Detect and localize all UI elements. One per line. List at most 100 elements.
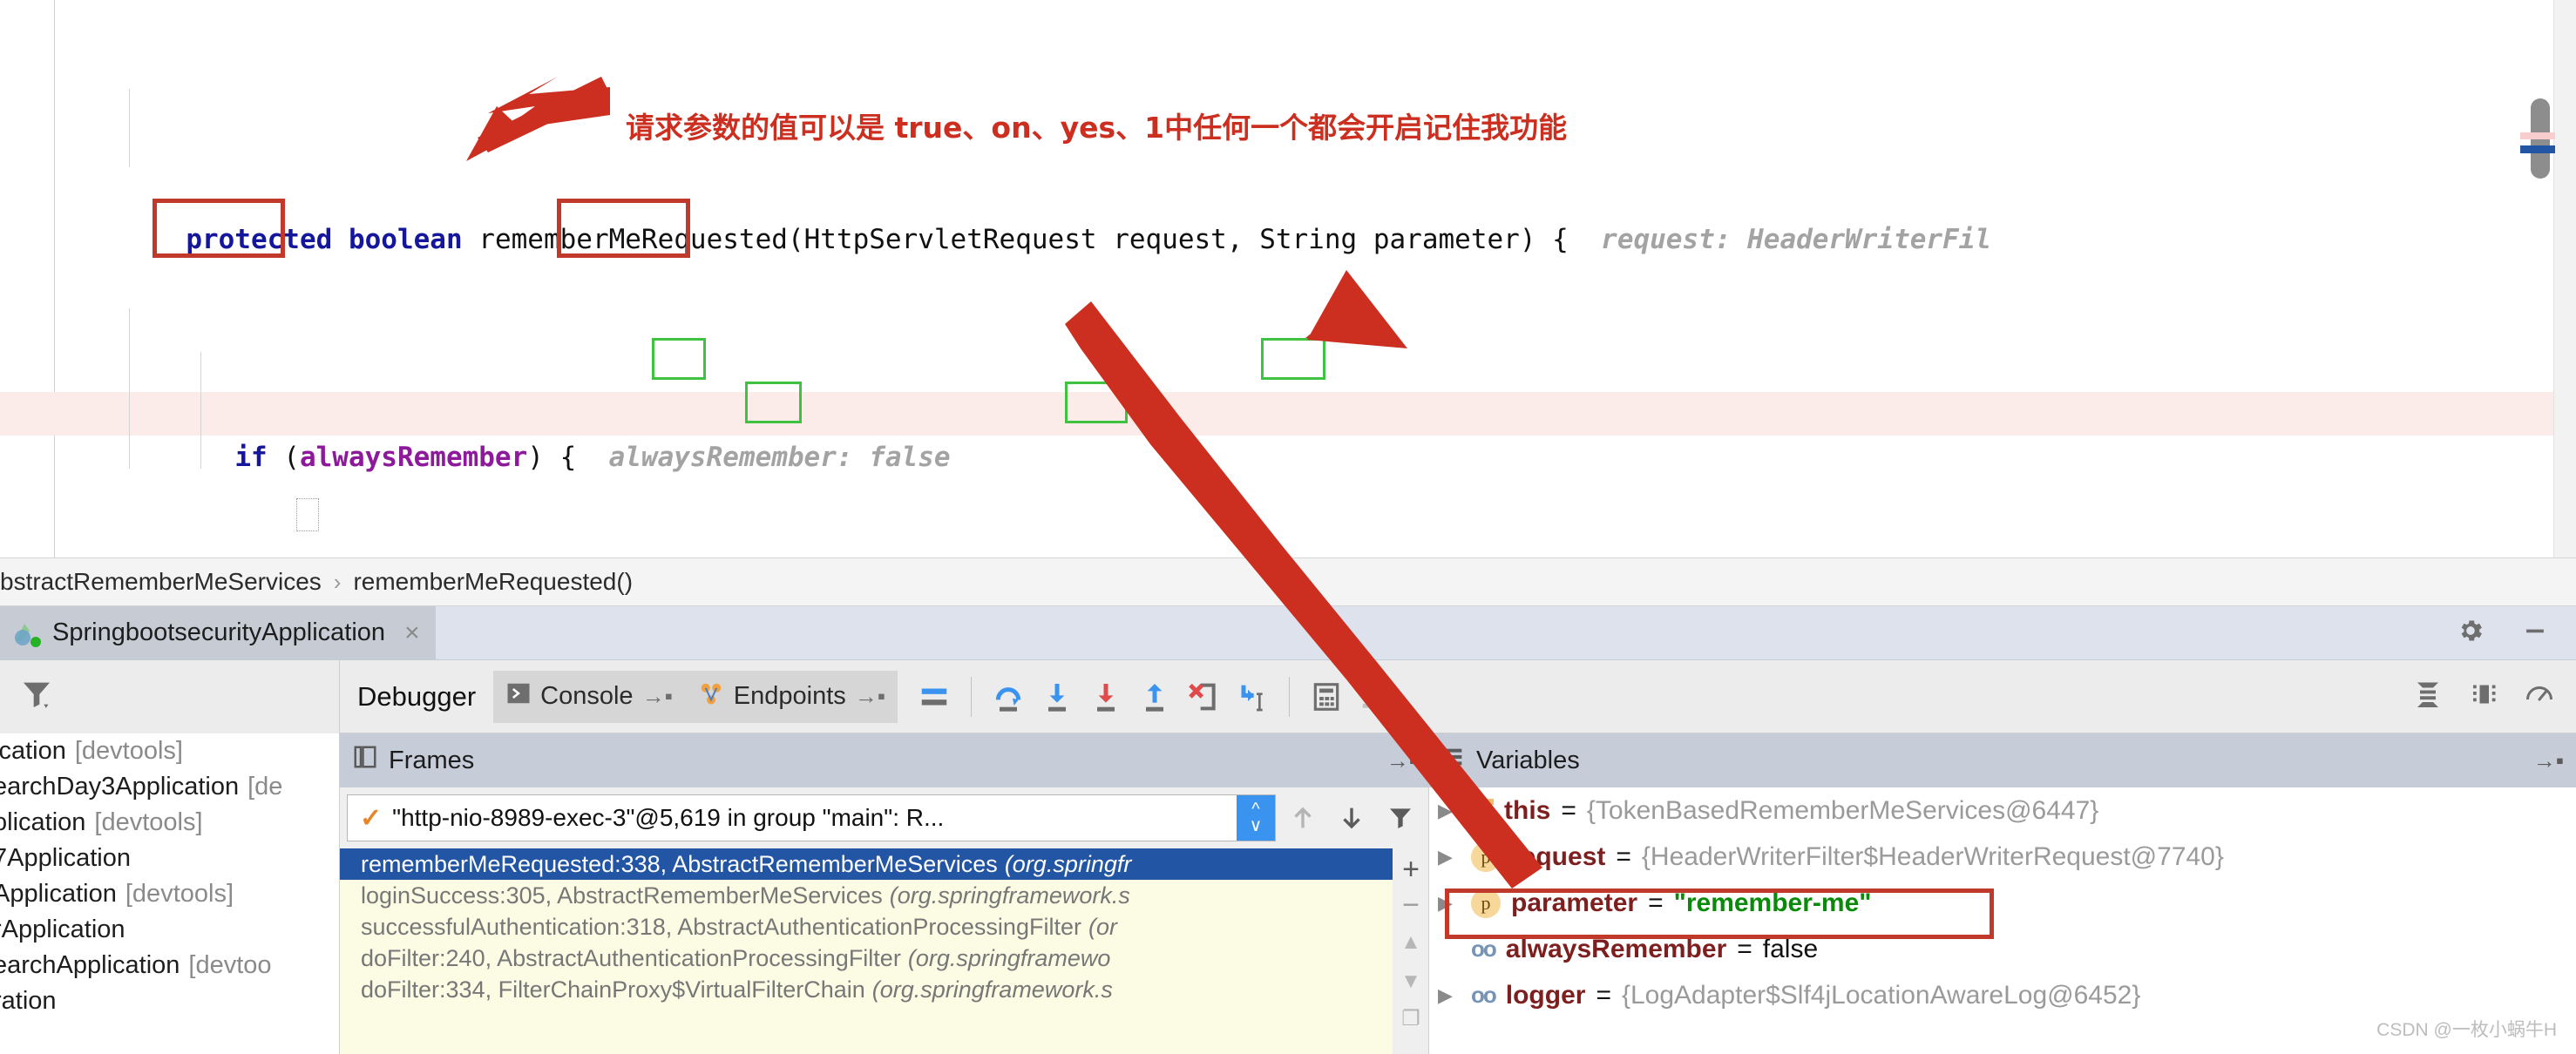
- variables-list[interactable]: ▶ this = {TokenBasedRememberMeServices@6…: [1429, 787, 2576, 1054]
- chevron-right-icon[interactable]: ▶: [1438, 846, 1461, 868]
- variable-row-request[interactable]: ▶ p request = {HeaderWriterFilter$Header…: [1429, 834, 2576, 880]
- collapse-panel-icon-2[interactable]: →▪: [2533, 747, 2564, 774]
- variable-row-logger[interactable]: ▶ oo logger = {LogAdapter$Slf4jLocationA…: [1429, 972, 2576, 1018]
- list-item[interactable]: 7Application: [0, 841, 339, 876]
- tab-console-label: Console: [540, 682, 634, 710]
- step-over-icon[interactable]: [984, 671, 1033, 723]
- run-dashboard-list[interactable]: ication [devtools] earchDay3Application …: [0, 733, 340, 1054]
- variable-name: parameter: [1511, 888, 1638, 917]
- frames-icon: [352, 744, 378, 777]
- spring-boot-run-icon: [12, 618, 42, 648]
- variable-value: {HeaderWriterFilter$HeaderWriterRequest@…: [1641, 841, 2224, 871]
- frames-panel[interactable]: Frames →▪ ✓ "http-nio-8989-exec-3"@5,619…: [340, 733, 1429, 1054]
- tab-endpoints-label: Endpoints: [733, 682, 846, 710]
- chevron-right-icon[interactable]: ▶: [1438, 800, 1461, 822]
- list-item[interactable]: ration: [0, 983, 339, 1019]
- minimize-icon[interactable]: [2520, 616, 2550, 650]
- move-down-icon[interactable]: ▼: [1400, 965, 1421, 998]
- filter-icon[interactable]: [19, 677, 54, 716]
- variable-equals: =: [1648, 888, 1664, 917]
- annotation-text: 请求参数的值可以是 true、on、yes、1中任何一个都会开启记住我功能: [626, 111, 1568, 145]
- table-row[interactable]: loginSuccess:305, AbstractRememberMeServ…: [340, 880, 1393, 911]
- remove-watch-icon[interactable]: −: [1402, 890, 1420, 920]
- add-watch-icon[interactable]: +: [1402, 852, 1420, 887]
- step-out-icon[interactable]: [1130, 671, 1179, 723]
- table-row[interactable]: successfulAuthentication:318, AbstractAu…: [340, 911, 1393, 943]
- debug-toolbar-right[interactable]: [2412, 679, 2576, 714]
- force-step-into-icon[interactable]: [1081, 671, 1130, 723]
- detach-icon[interactable]: →▪: [642, 683, 673, 710]
- run-tab-actions[interactable]: [2456, 616, 2576, 650]
- variable-row-always-remember[interactable]: ▸ oo alwaysRemember = false: [1429, 926, 2576, 972]
- token-boolean: boolean: [348, 224, 463, 255]
- gear-icon[interactable]: [2456, 616, 2485, 650]
- code-line-2[interactable]: if (alwaysRemember) { alwaysRemember: fa…: [0, 392, 2576, 473]
- breadcrumb[interactable]: bstractRememberMeServices › rememberMeRe…: [0, 557, 2576, 606]
- scroll-down-icon[interactable]: [1330, 792, 1373, 844]
- threads-and-variables-icon[interactable]: [1351, 671, 1400, 723]
- move-up-icon[interactable]: ▲: [1400, 923, 1421, 962]
- code-editor[interactable]: protected boolean rememberMeRequested(Ht…: [0, 0, 2576, 557]
- list-item[interactable]: rApplication: [0, 912, 339, 948]
- layout-settings-icon[interactable]: [2412, 679, 2444, 714]
- chevron-placeholder-icon: ▸: [1438, 938, 1461, 961]
- thread-combobox[interactable]: ✓ "http-nio-8989-exec-3"@5,619 in group …: [347, 794, 1276, 841]
- debug-toolbar[interactable]: Debugger Console →▪ Endpoints →▪: [0, 659, 2576, 733]
- list-item[interactable]: olication [devtools]: [0, 805, 339, 841]
- table-row[interactable]: doFilter:334, FilterChainProxy$VirtualFi…: [340, 974, 1393, 1005]
- variable-row-parameter[interactable]: ▶ p parameter = "remember-me": [1429, 880, 2576, 926]
- filter-frames-icon[interactable]: [1379, 792, 1422, 844]
- table-row[interactable]: doFilter:240, AbstractAuthenticationProc…: [340, 943, 1393, 974]
- endpoints-icon: [697, 680, 725, 713]
- step-into-icon[interactable]: [1033, 671, 1081, 723]
- variable-row-this[interactable]: ▶ this = {TokenBasedRememberMeServices@6…: [1429, 787, 2576, 834]
- list-item[interactable]: earchApplication [devtoo: [0, 948, 339, 983]
- copy-stack-icon[interactable]: ❐: [1401, 1002, 1420, 1037]
- scroll-up-icon[interactable]: [1281, 792, 1325, 844]
- thread-selector-row[interactable]: ✓ "http-nio-8989-exec-3"@5,619 in group …: [340, 787, 1429, 848]
- memory-view-icon[interactable]: [2468, 679, 2499, 714]
- run-tab-title: SpringbootsecurityApplication: [52, 618, 386, 646]
- frames-side-toolbar[interactable]: + − ▲ ▼ ❐: [1393, 848, 1429, 1054]
- list-item[interactable]: Application [devtools]: [0, 876, 339, 912]
- profiler-icon[interactable]: [2524, 679, 2555, 714]
- code-line-1[interactable]: protected boolean rememberMeRequested(Ht…: [0, 174, 2576, 255]
- variable-equals: =: [1561, 795, 1576, 825]
- tab-console[interactable]: Console →▪: [493, 670, 685, 723]
- breadcrumb-item-class[interactable]: bstractRememberMeServices: [0, 568, 322, 596]
- frame-package: (org.springframework.s: [889, 882, 1130, 909]
- chevron-right-icon[interactable]: ▶: [1438, 984, 1461, 1007]
- chevron-right-icon[interactable]: ▶: [1438, 892, 1461, 915]
- frames-list[interactable]: rememberMeRequested:338, AbstractRemembe…: [340, 848, 1393, 1054]
- tab-endpoints[interactable]: Endpoints →▪: [684, 670, 898, 723]
- list-item[interactable]: earchDay3Application [de: [0, 769, 339, 805]
- breadcrumb-item-method[interactable]: rememberMeRequested(): [353, 568, 633, 596]
- evaluate-expression-icon[interactable]: [1302, 671, 1351, 723]
- table-row[interactable]: rememberMeRequested:338, AbstractRemembe…: [340, 848, 1393, 880]
- run-dashboard-filter-zone[interactable]: [0, 659, 340, 733]
- drop-frame-icon[interactable]: [1179, 671, 1228, 723]
- editor-scrollbar-track[interactable]: [2553, 0, 2576, 557]
- frame-method: successfulAuthentication:318, AbstractAu…: [361, 913, 1081, 940]
- sidebar-item-label: earchApplication: [0, 951, 180, 979]
- collapse-panel-icon[interactable]: →▪: [1386, 747, 1417, 774]
- chevron-updown-icon[interactable]: ^ ∨: [1237, 795, 1275, 841]
- run-tab-bar[interactable]: SpringbootsecurityApplication ×: [0, 605, 2576, 660]
- variables-panel[interactable]: Variables →▪ ▶ this = {TokenBasedRemembe…: [1429, 733, 2576, 1054]
- code-content[interactable]: protected boolean rememberMeRequested(Ht…: [0, 0, 2576, 557]
- sidebar-item-tag: [de: [247, 773, 283, 801]
- thread-check-icon: ✓: [360, 803, 383, 833]
- token-if-1: if: [234, 442, 268, 473]
- variable-value: {TokenBasedRememberMeServices@6447}: [1586, 795, 2099, 825]
- frames-layout-icon[interactable]: [910, 671, 959, 723]
- detach-icon-2[interactable]: →▪: [855, 683, 885, 710]
- run-to-cursor-icon[interactable]: [1228, 671, 1277, 723]
- list-item[interactable]: ication [devtools]: [0, 733, 339, 769]
- toolbar-separator-1: [971, 676, 972, 717]
- variables-icon: [1441, 745, 1466, 776]
- editor-marker-pink: [2520, 132, 2555, 139]
- static-field-icon: oo: [1471, 936, 1497, 962]
- run-tab-springboot[interactable]: SpringbootsecurityApplication ×: [0, 605, 436, 660]
- close-icon[interactable]: ×: [404, 618, 420, 648]
- tab-debugger[interactable]: Debugger: [340, 681, 493, 713]
